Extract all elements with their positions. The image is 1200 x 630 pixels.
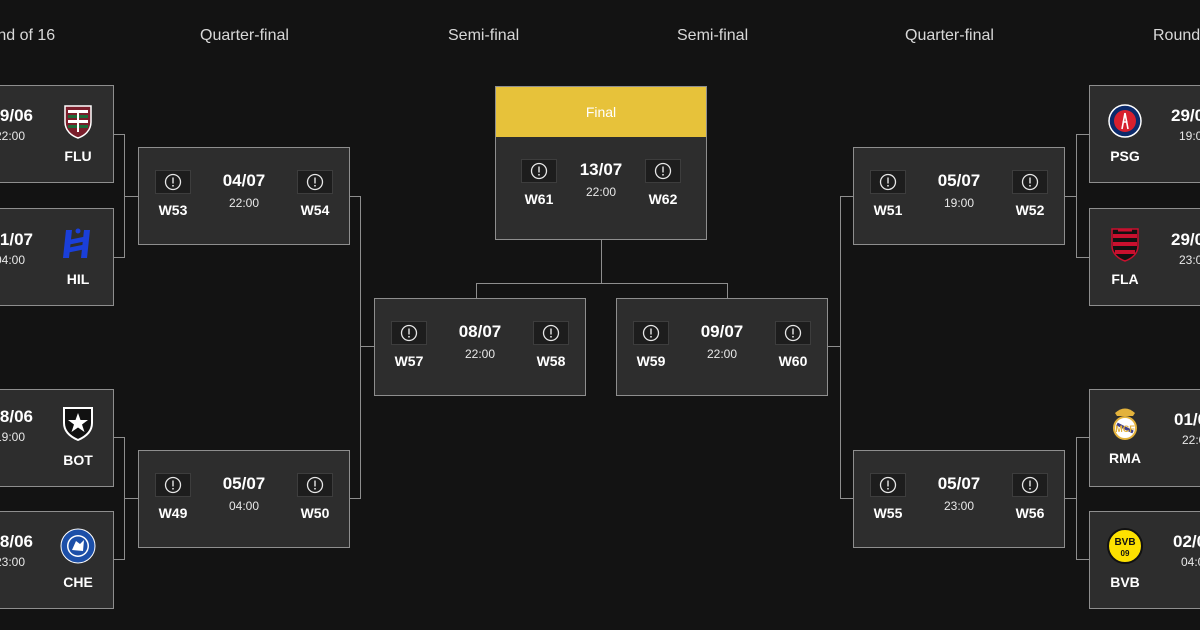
team-code: PSG [1110,148,1140,164]
match-date: 28/06 [0,407,33,426]
dortmund-crest-icon: BVB 09 [1107,528,1143,564]
fluminense-crest-icon [60,103,96,139]
round-title-sf-right: Semi-final [677,27,749,44]
match-date: 29/06 [1171,106,1200,125]
r16-match-card[interactable]: FLA 29/06 23:00 [1089,208,1200,306]
exclamation-circle-icon [533,321,569,345]
round-title-r16-left: Round of 16 [0,27,56,44]
team-placeholder: W58 [536,353,566,369]
exclamation-circle-icon [1012,170,1048,194]
match-time: 04:00 [0,253,25,267]
psg-crest-icon [1107,103,1143,139]
semi-final-card[interactable]: W57 08/07 22:00 W58 [374,298,586,396]
team-code: HIL [66,271,90,287]
final-header: Final [496,87,706,137]
semi-final-card[interactable]: W59 09/07 22:00 W60 [616,298,828,396]
botafogo-crest-icon [60,405,96,442]
r16-match-card[interactable]: 01/07 04:00 HIL [0,208,114,306]
chelsea-crest-icon [60,528,96,564]
flamengo-crest-icon [1107,226,1143,262]
quarter-final-card[interactable]: W51 05/07 19:00 W52 [853,147,1065,245]
r16-match-card[interactable]: 29/06 22:00 FLU [0,85,114,183]
match-time: 19:00 [1179,129,1200,143]
svg-text:BVB: BVB [1114,537,1135,548]
final-card[interactable]: Final W61 13/07 22:00 W62 [495,86,707,240]
team-code: RMA [1109,450,1141,466]
team-code: BVB [1110,574,1140,590]
team-placeholder: W54 [300,202,330,218]
match-date: 29/06 [0,106,33,125]
team-code: CHE [63,574,93,590]
match-time: 22:00 [1182,433,1200,447]
match-time: 23:00 [1179,253,1200,267]
r16-match-card[interactable]: PSG 29/06 19:00 [1089,85,1200,183]
r16-match-card[interactable]: 28/06 19:00 BOT [0,389,114,487]
quarter-final-card[interactable]: W49 05/07 04:00 W50 [138,450,350,548]
real-madrid-crest-icon: MCF [1107,405,1143,441]
r16-match-card[interactable]: MCF RMA 01/07 22:00 [1089,389,1200,487]
match-time: 22:00 [0,129,25,143]
exclamation-circle-icon [775,321,811,345]
svg-text:09: 09 [1121,549,1130,558]
round-title-r16-right: Round of 16 [1153,27,1200,44]
exclamation-circle-icon [645,159,681,183]
svg-text:MCF: MCF [1115,424,1135,434]
round-title-qf-right: Quarter-final [905,27,994,44]
team-placeholder: W56 [1015,505,1045,521]
r16-match-card[interactable]: 28/06 23:00 CHE [0,511,114,609]
match-date: 28/06 [0,532,33,551]
quarter-final-card[interactable]: W53 04/07 22:00 W54 [138,147,350,245]
match-date: 29/06 [1171,230,1200,249]
exclamation-circle-icon [297,170,333,194]
team-placeholder: W60 [778,353,808,369]
match-time: 23:00 [0,555,25,569]
team-code: BOT [63,452,93,468]
team-placeholder: W52 [1015,202,1045,218]
al-hilal-crest-icon [60,226,96,262]
match-date: 02/07 [1173,532,1200,551]
exclamation-circle-icon [297,473,333,497]
match-date: 01/07 [0,230,33,249]
team-code: FLU [64,148,92,164]
exclamation-circle-icon [1012,473,1048,497]
team-code: FLA [1111,271,1139,287]
r16-match-card[interactable]: BVB 09 BVB 02/07 04:00 [1089,511,1200,609]
team-placeholder: W50 [300,505,330,521]
round-title-sf-left: Semi-final [448,27,520,44]
final-label: Final [585,104,617,120]
match-date: 01/07 [1174,410,1200,429]
quarter-final-card[interactable]: W55 05/07 23:00 W56 [853,450,1065,548]
match-time: 04:00 [1181,555,1200,569]
team-placeholder: W62 [648,191,678,207]
round-title-qf-left: Quarter-final [200,27,289,44]
match-time: 19:00 [0,430,25,444]
